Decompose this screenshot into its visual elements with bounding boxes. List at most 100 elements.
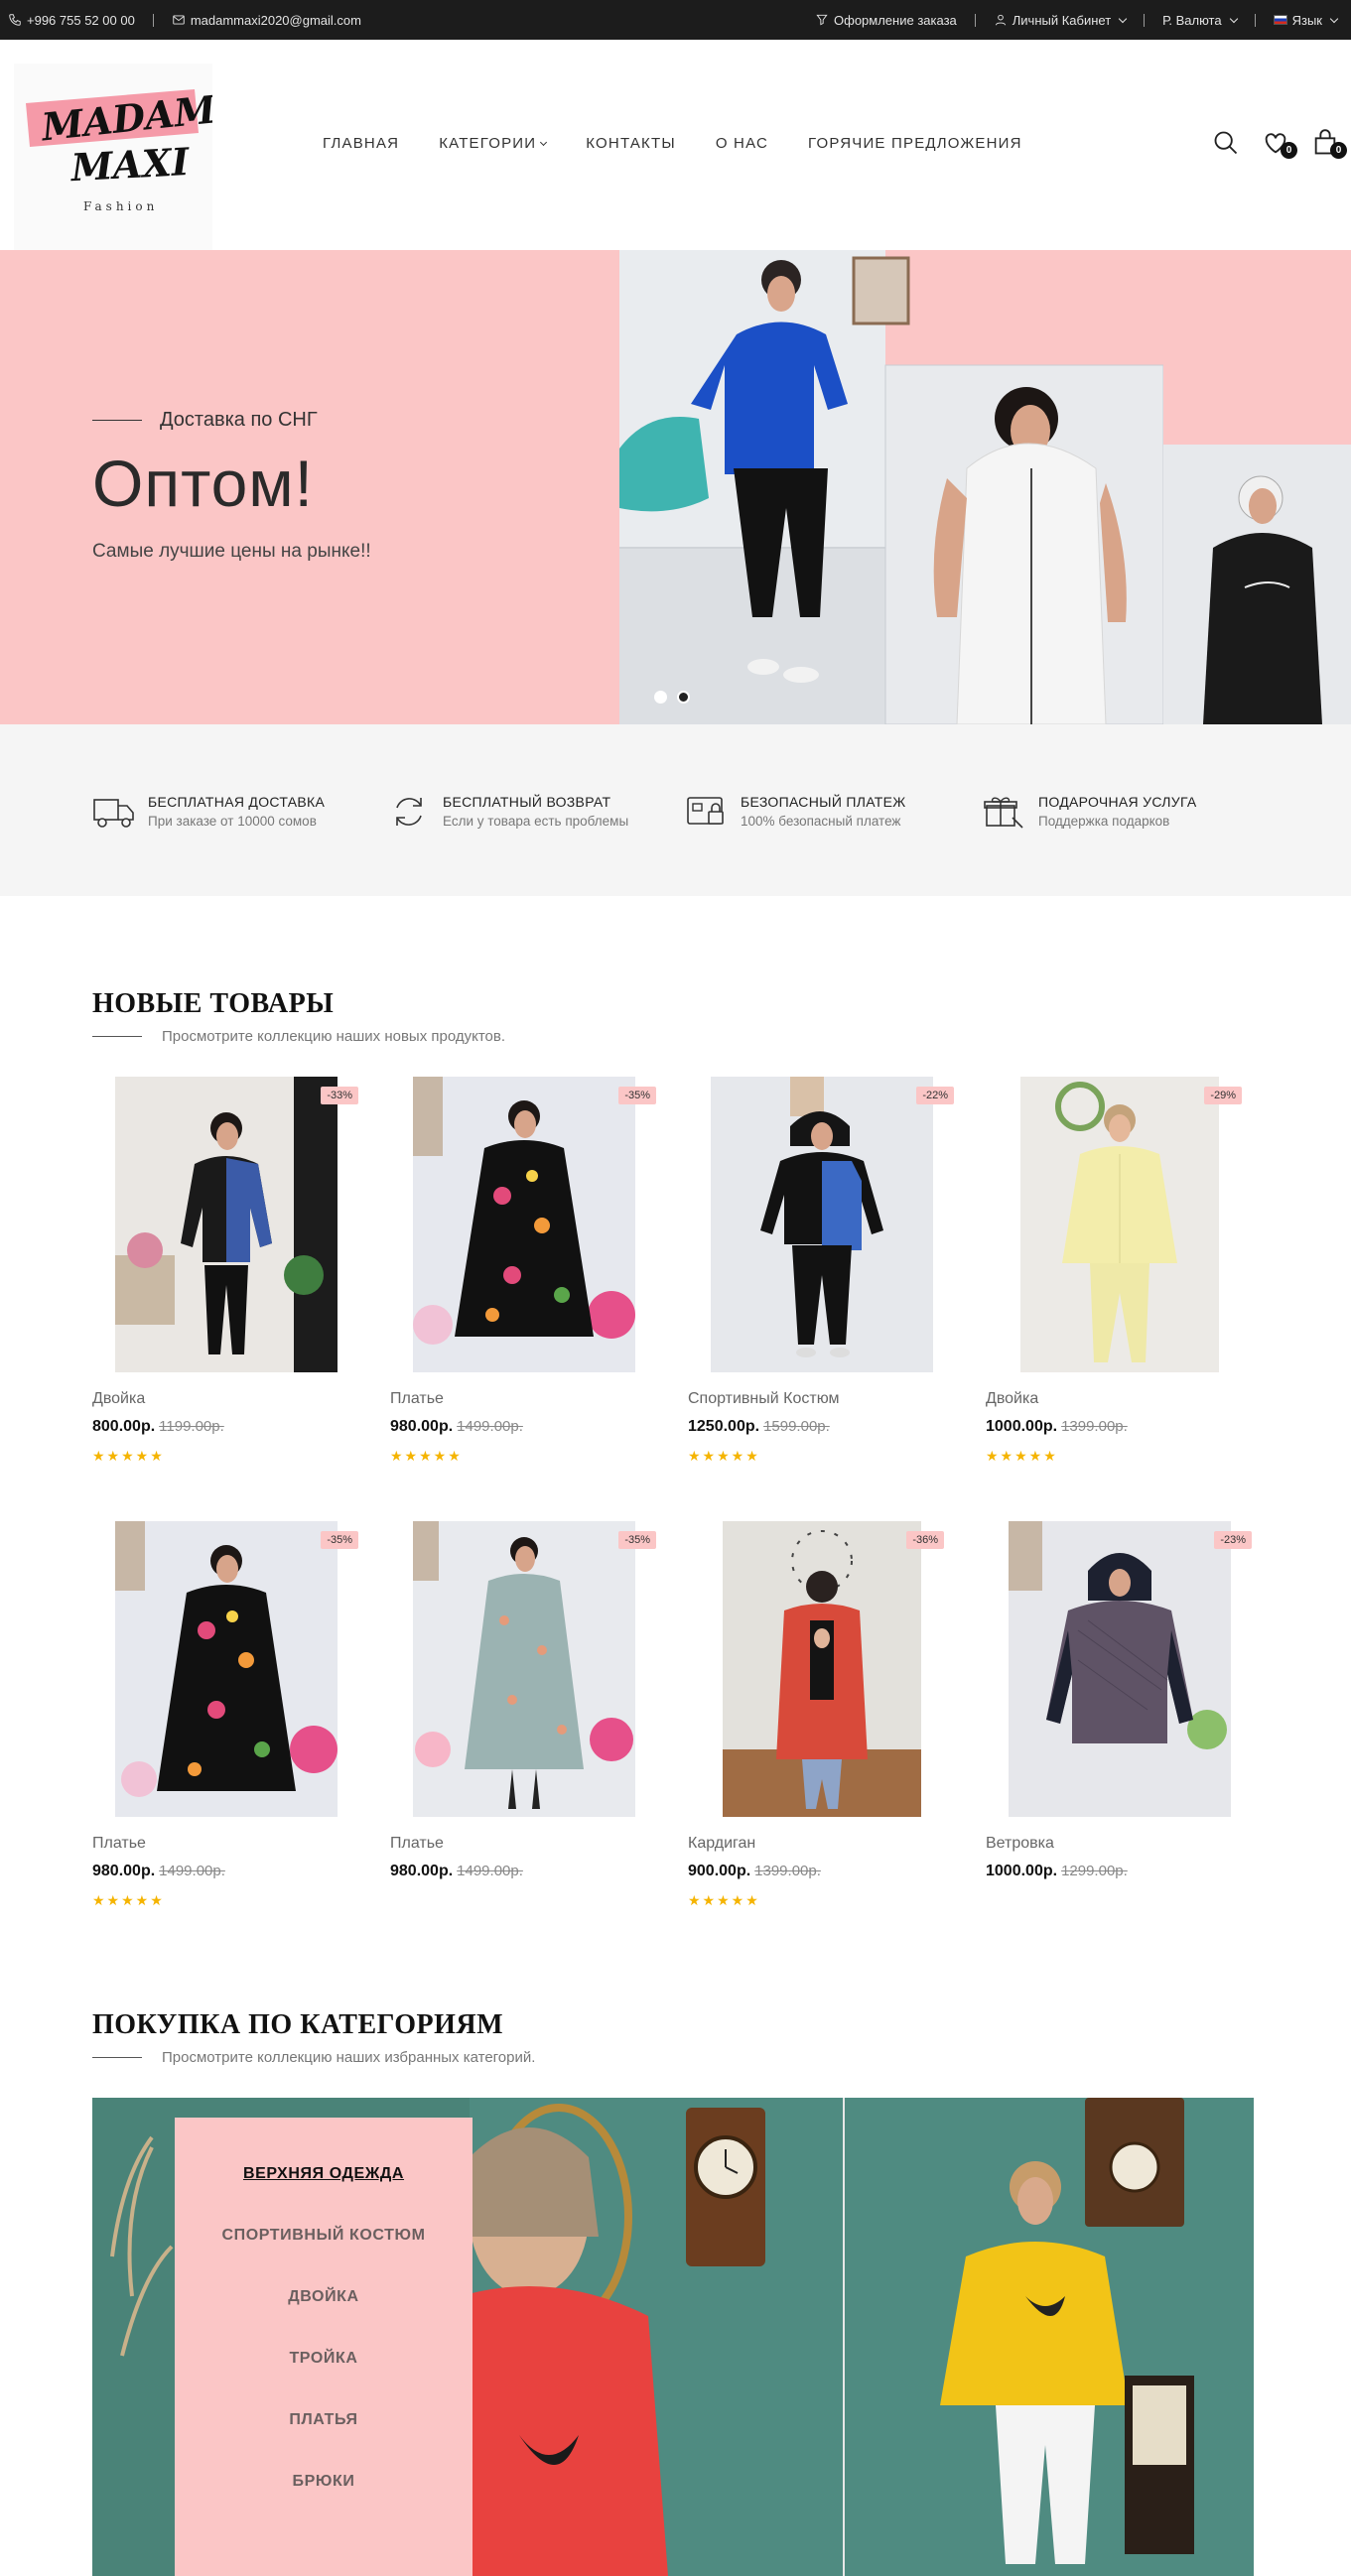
current-price: 800.00р. <box>92 1418 156 1435</box>
hero-image[interactable] <box>619 250 1351 724</box>
search-button[interactable] <box>1212 129 1240 157</box>
nav-contacts[interactable]: КОНТАКТЫ <box>586 135 676 152</box>
russia-flag-icon <box>1273 15 1287 25</box>
divider <box>1144 13 1146 27</box>
refresh-icon <box>396 798 422 826</box>
product-name[interactable]: Платье <box>390 1390 658 1408</box>
hero-subtitle: Доставка по СНГ <box>92 409 371 432</box>
category-item-dresses[interactable]: ПЛАТЬЯ <box>175 2409 473 2471</box>
product-card[interactable]: -23% Ветровка 1000.00р. 1299.00р. <box>986 1521 1254 1880</box>
feature-subtitle: При заказе от 10000 сомов <box>148 814 317 829</box>
feature-gift-service: ПОДАРОЧНАЯ УСЛУГА Поддержка подарков <box>983 792 1197 832</box>
product-card[interactable]: -35% Платье 980.00р. 1499.00р. ★★★★★ <box>390 1077 658 1465</box>
account-dropdown[interactable]: Личный Кабинет <box>994 13 1128 28</box>
feature-subtitle: 100% безопасный платеж <box>741 814 901 829</box>
product-photo <box>711 1077 933 1372</box>
order-link[interactable]: Оформление заказа <box>815 13 957 28</box>
slider-dot-2[interactable] <box>677 691 690 704</box>
product-photo <box>1009 1521 1231 1817</box>
product-image[interactable]: -22% <box>688 1077 956 1374</box>
product-image[interactable]: -35% <box>390 1077 658 1374</box>
product-name[interactable]: Кардиган <box>688 1835 956 1853</box>
currency-dropdown[interactable]: Р. Валюта <box>1162 12 1238 28</box>
product-price: 1250.00р. 1599.00р. <box>688 1418 956 1436</box>
product-price: 900.00р. 1399.00р. <box>688 1863 956 1880</box>
chevron-down-icon <box>1329 14 1339 23</box>
product-card[interactable]: -22% Спортивный Костюм 1250.00р. 1599.00р… <box>688 1077 956 1465</box>
section-title: НОВЫЕ ТОВАРЫ <box>92 988 335 1019</box>
product-grid: -33% Двойка 800.00р. 1199.00р. ★★★★★ -35%… <box>92 1077 1264 1930</box>
email-text: madammaxi2020@gmail.com <box>190 12 361 28</box>
features-strip: БЕСПЛАТНАЯ ДОСТАВКА При заказе от 10000 … <box>0 724 1351 896</box>
category-item-outerwear[interactable]: ВЕРХНЯЯ ОДЕЖДА <box>175 2163 473 2225</box>
discount-badge: -23% <box>1214 1531 1252 1549</box>
hero-line <box>92 420 142 421</box>
current-price: 980.00р. <box>390 1863 454 1879</box>
slider-dot-1[interactable] <box>654 691 667 704</box>
hero-description: Самые лучшие цены на рынке!! <box>92 541 371 562</box>
product-image[interactable]: -33% <box>92 1077 360 1374</box>
category-item-two-piece[interactable]: ДВОЙКА <box>175 2286 473 2348</box>
phone-text: +996 755 52 00 00 <box>27 12 135 28</box>
main-nav: ГЛАВНАЯ КАТЕГОРИИ КОНТАКТЫ О НАС ГОРЯЧИЕ… <box>323 135 1022 152</box>
product-name[interactable]: Ветровка <box>986 1835 1254 1853</box>
rating-stars: ★★★★★ <box>688 1892 760 1908</box>
feature-subtitle: Поддержка подарков <box>1038 814 1170 829</box>
category-list-panel: ВЕРХНЯЯ ОДЕЖДА СПОРТИВНЫЙ КОСТЮМ ДВОЙКА … <box>175 2118 473 2576</box>
discount-badge: -35% <box>321 1531 358 1549</box>
phone-contact[interactable]: +996 755 52 00 00 <box>8 13 135 28</box>
hero-title: Оптом! <box>92 447 314 520</box>
product-card[interactable]: -36% Кардиган 900.00р. 1399.00р. ★★★★★ <box>688 1521 956 1909</box>
new-products-header: НОВЫЕ ТОВАРЫ Просмотрите коллекцию наших… <box>92 988 505 1045</box>
svg-text:Fashion: Fashion <box>83 199 158 213</box>
product-price: 800.00р. 1199.00р. <box>92 1418 360 1436</box>
feature-free-shipping: БЕСПЛАТНАЯ ДОСТАВКА При заказе от 10000 … <box>92 792 325 832</box>
product-image[interactable]: -29% <box>986 1077 1254 1374</box>
product-image[interactable]: -23% <box>986 1521 1254 1819</box>
order-label: Оформление заказа <box>834 12 957 28</box>
product-price: 1000.00р. 1399.00р. <box>986 1418 1254 1436</box>
product-name[interactable]: Двойка <box>986 1390 1254 1408</box>
product-card[interactable]: -35% Платье 980.00р. 1499.00р. <box>390 1521 658 1880</box>
user-icon <box>995 14 1006 26</box>
current-price: 980.00р. <box>92 1863 156 1879</box>
nav-hot-deals[interactable]: ГОРЯЧИЕ ПРЕДЛОЖЕНИЯ <box>808 135 1022 152</box>
category-item-tracksuit[interactable]: СПОРТИВНЫЙ КОСТЮМ <box>175 2225 473 2286</box>
mail-icon <box>173 15 185 25</box>
feature-title: БЕЗОПАСНЫЙ ПЛАТЕЖ <box>741 794 906 810</box>
rating-stars: ★★★★★ <box>688 1448 760 1464</box>
rating-stars: ★★★★★ <box>92 1892 165 1908</box>
nav-home[interactable]: ГЛАВНАЯ <box>323 135 399 152</box>
category-banner: ВЕРХНЯЯ ОДЕЖДА СПОРТИВНЫЙ КОСТЮМ ДВОЙКА … <box>92 2098 1254 2576</box>
nav-about[interactable]: О НАС <box>716 135 768 152</box>
feature-secure-payment: БЕЗОПАСНЫЙ ПЛАТЕЖ 100% безопасный платеж <box>685 792 905 832</box>
currency-label: Р. Валюта <box>1162 12 1222 28</box>
product-image[interactable]: -35% <box>390 1521 658 1819</box>
product-name[interactable]: Платье <box>390 1835 658 1853</box>
product-card[interactable]: -33% Двойка 800.00р. 1199.00р. ★★★★★ <box>92 1077 360 1465</box>
site-logo[interactable]: MADAM MAXI Fashion <box>14 64 218 252</box>
product-image[interactable]: -36% <box>688 1521 956 1819</box>
product-photo <box>413 1077 635 1372</box>
product-name[interactable]: Двойка <box>92 1390 360 1408</box>
current-price: 1000.00р. <box>986 1863 1058 1879</box>
current-price: 1000.00р. <box>986 1418 1058 1435</box>
cart-button[interactable]: 0 <box>1311 129 1347 159</box>
nav-categories[interactable]: КАТЕГОРИИ <box>439 135 548 152</box>
category-item-three-piece[interactable]: ТРОЙКА <box>175 2348 473 2409</box>
category-item-trousers[interactable]: БРЮКИ <box>175 2471 473 2532</box>
product-card[interactable]: -29% Двойка 1000.00р. 1399.00р. ★★★★★ <box>986 1077 1254 1465</box>
wishlist-button[interactable]: 0 <box>1262 129 1297 159</box>
product-name[interactable]: Платье <box>92 1835 360 1853</box>
product-image[interactable]: -35% <box>92 1521 360 1819</box>
product-name[interactable]: Спортивный Костюм <box>688 1390 956 1408</box>
current-price: 900.00р. <box>688 1863 751 1879</box>
site-header: MADAM MAXI Fashion ГЛАВНАЯ КАТЕГОРИИ КОН… <box>0 40 1351 252</box>
discount-badge: -22% <box>916 1087 954 1104</box>
chevron-down-icon <box>540 138 548 146</box>
product-card[interactable]: -35% Платье 980.00р. 1499.00р. ★★★★★ <box>92 1521 360 1909</box>
header-actions: 0 0 <box>1212 129 1347 159</box>
section-subtitle-text: Просмотрите коллекцию наших новых продук… <box>162 1028 506 1045</box>
language-dropdown[interactable]: Язык <box>1273 13 1339 28</box>
email-contact[interactable]: madammaxi2020@gmail.com <box>172 13 361 28</box>
